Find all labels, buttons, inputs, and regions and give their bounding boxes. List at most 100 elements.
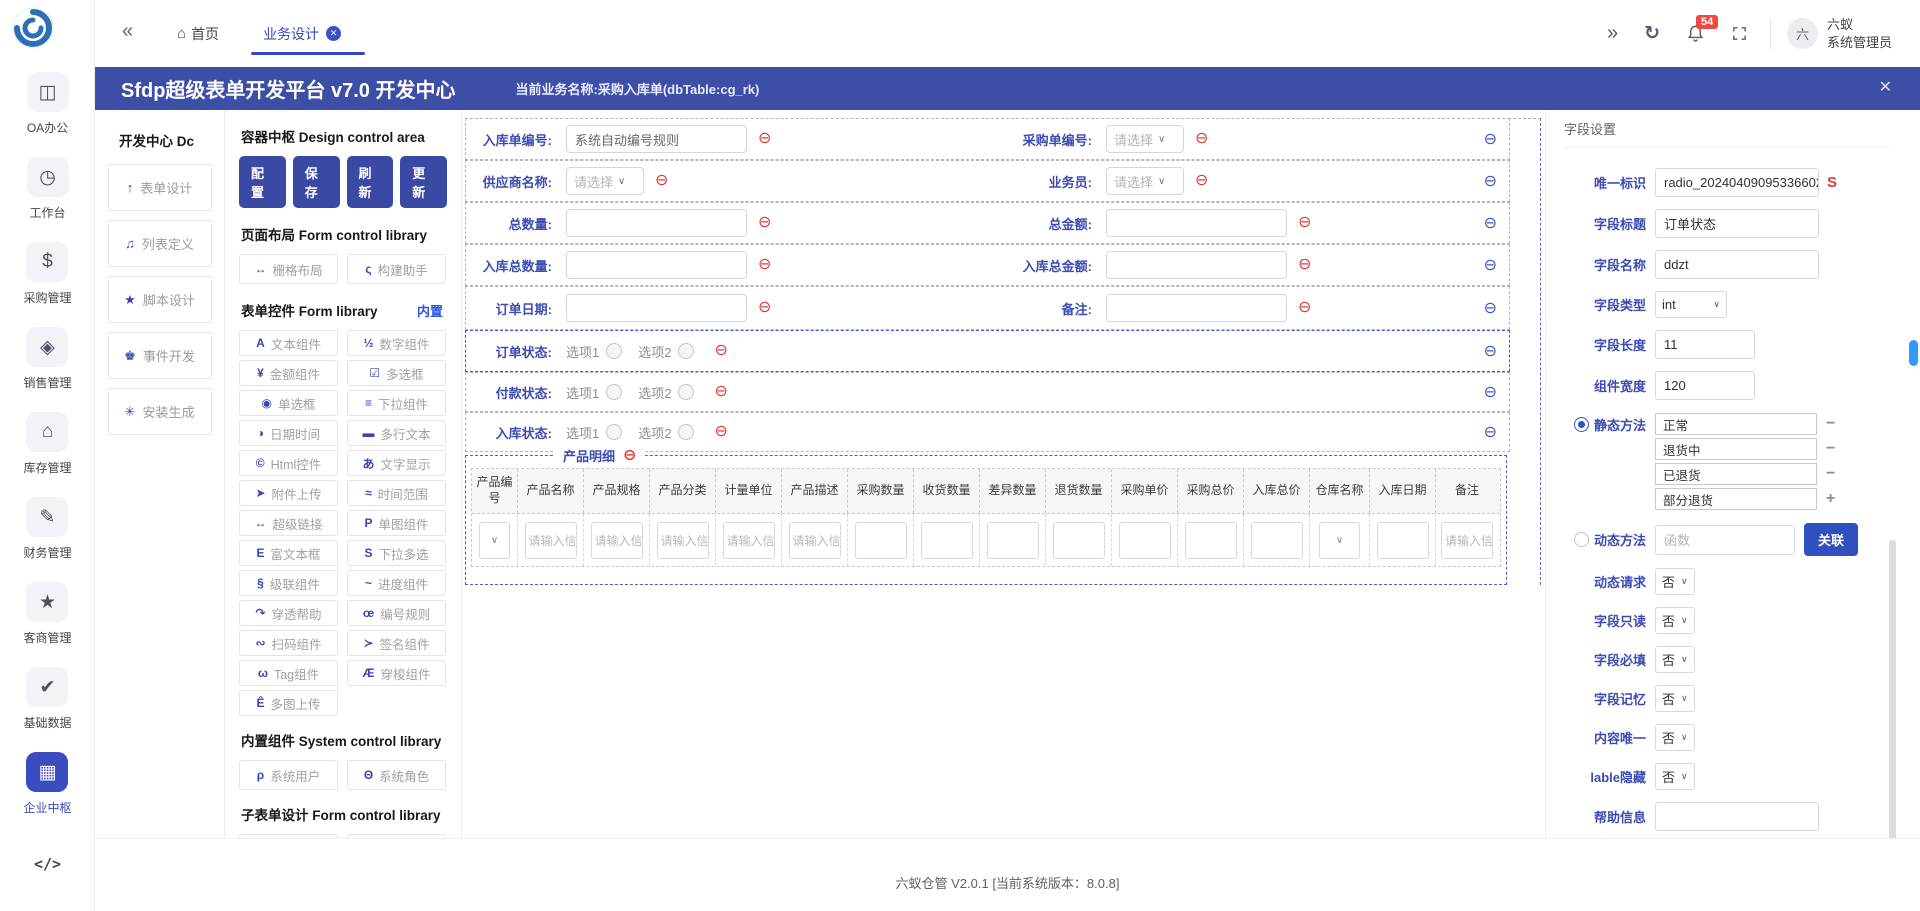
radio-button[interactable] xyxy=(678,384,694,400)
bool-setting-select[interactable]: 否 ∨ xyxy=(1655,568,1695,595)
table-cell[interactable] xyxy=(980,514,1046,566)
radio-button[interactable] xyxy=(606,343,622,359)
table-cell[interactable]: 请输入信息 xyxy=(650,514,716,566)
inbound-total-qty-input[interactable] xyxy=(566,251,747,279)
form-control-item[interactable]: ≡ 下拉组件 xyxy=(347,390,446,416)
cell-input[interactable]: ∨ xyxy=(1319,522,1359,559)
salesman-select[interactable]: 请选择∨ xyxy=(1106,167,1184,195)
sidebar-item[interactable]: ★ 客商管理 xyxy=(23,582,71,646)
table-cell[interactable] xyxy=(1112,514,1178,566)
sidebar-item[interactable]: ◷ 工作台 xyxy=(27,157,69,221)
relate-button[interactable]: 关联 xyxy=(1804,523,1858,556)
sidebar-item[interactable]: ⌂ 库存管理 xyxy=(23,412,71,476)
static-option-input[interactable]: 正常 xyxy=(1655,413,1817,435)
field-name-input[interactable]: ddzt xyxy=(1655,250,1819,279)
remove-field-icon[interactable]: ⊖ xyxy=(714,343,727,359)
remove-field-icon[interactable]: ⊖ xyxy=(758,257,771,273)
layout-item[interactable]: ↔ 栅格布局 xyxy=(239,254,338,284)
form-row-order-date[interactable]: 订单日期: ⊖ 备注: ⊖ ⊖ xyxy=(465,286,1510,330)
remove-field-icon[interactable]: ⊖ xyxy=(758,131,771,147)
static-option-op-icon[interactable]: − xyxy=(1826,466,1835,482)
form-control-item[interactable]: ➤ 附件上传 xyxy=(239,480,338,506)
help-info-input[interactable] xyxy=(1655,802,1819,831)
product-detail-container[interactable]: 产品明细 ⊖ 产品编号产品名称产品规格产品分类计量单位产品描述采购数量收货数量差… xyxy=(465,455,1507,585)
purchase-no-select[interactable]: 请选择∨ xyxy=(1106,125,1184,153)
form-row-status[interactable]: 付款状态: 选项1 选项2 ⊖ ⊖ xyxy=(465,372,1510,412)
cell-input[interactable]: 请输入信息 xyxy=(723,522,775,559)
cell-input[interactable]: 请输入信息 xyxy=(591,522,643,559)
cell-input[interactable]: 请输入信息 xyxy=(525,522,577,559)
remove-row-icon[interactable]: ⊖ xyxy=(1484,255,1497,275)
cell-input[interactable] xyxy=(987,522,1039,559)
form-control-item[interactable]: ¥ 金额组件 xyxy=(239,360,338,386)
component-width-input[interactable]: 120 xyxy=(1655,371,1755,400)
table-cell[interactable]: 请输入信息 xyxy=(782,514,848,566)
tab-close-icon[interactable]: ✕ xyxy=(326,26,341,41)
remove-row-icon[interactable]: ⊖ xyxy=(1484,341,1497,361)
warehouse-no-input[interactable]: 系统自动编号规则 xyxy=(566,125,747,153)
form-control-item[interactable]: ↔ 超级链接 xyxy=(239,510,338,536)
dev-center-item[interactable]: ♚ 事件开发 xyxy=(108,332,212,379)
function-input[interactable]: 函数 xyxy=(1655,525,1795,555)
notification-bell-icon[interactable]: 54 xyxy=(1686,24,1705,43)
form-control-item[interactable]: § 级联组件 xyxy=(239,570,338,596)
builtin-link[interactable]: 内置 xyxy=(417,301,443,320)
field-length-input[interactable]: 11 xyxy=(1655,330,1755,359)
field-title-input[interactable]: 订单状态 xyxy=(1655,209,1819,238)
sidebar-item[interactable]: ◫ OA办公 xyxy=(27,72,69,136)
sidebar-item[interactable]: ✔ 基础数据 xyxy=(23,667,71,731)
dev-center-item[interactable]: ↑ 表单设计 xyxy=(108,164,212,211)
system-control-item[interactable]: Θ 系统角色 xyxy=(347,760,446,790)
form-control-item[interactable]: E 富文本框 xyxy=(239,540,338,566)
tab-business-design[interactable]: 业务设计 ✕ xyxy=(263,0,341,67)
remove-field-icon[interactable]: ⊖ xyxy=(714,424,727,440)
code-icon[interactable]: </> xyxy=(0,855,95,873)
static-option-input[interactable]: 已退货 xyxy=(1655,463,1817,485)
static-option-op-icon[interactable]: − xyxy=(1826,416,1835,432)
field-type-select[interactable]: int ∨ xyxy=(1655,291,1727,318)
table-cell[interactable]: 请输入信息 xyxy=(716,514,782,566)
table-cell[interactable] xyxy=(1370,514,1436,566)
dev-center-item[interactable]: ✳ 安装生成 xyxy=(108,388,212,435)
static-option-input[interactable]: 部分退货 xyxy=(1655,488,1817,510)
remove-field-icon[interactable]: ⊖ xyxy=(758,215,771,231)
remove-row-icon[interactable]: ⊖ xyxy=(1484,213,1497,233)
sidebar-item[interactable]: ◈ 销售管理 xyxy=(23,327,71,391)
remove-field-icon[interactable]: ⊖ xyxy=(1195,173,1208,189)
panel-scrollbar[interactable] xyxy=(1889,540,1896,838)
form-control-item[interactable]: Æ 穿梭组件 xyxy=(347,660,446,686)
bool-setting-select[interactable]: 否 ∨ xyxy=(1655,763,1695,790)
form-control-item[interactable]: ∾ 扫码组件 xyxy=(239,630,338,656)
bool-setting-select[interactable]: 否 ∨ xyxy=(1655,646,1695,673)
system-control-item[interactable]: ρ 系统用户 xyxy=(239,760,338,790)
designer-close-icon[interactable]: ✕ xyxy=(1879,77,1892,97)
fullscreen-icon[interactable] xyxy=(1731,25,1748,42)
form-control-item[interactable]: ◑ 日期时间 xyxy=(239,420,338,446)
form-control-item[interactable]: ▬ 多行文本 xyxy=(347,420,446,446)
remove-row-icon[interactable]: ⊖ xyxy=(1484,382,1497,402)
remove-field-icon[interactable]: ⊖ xyxy=(1195,131,1208,147)
form-control-item[interactable]: S 下拉多选 xyxy=(347,540,446,566)
form-control-item[interactable]: ω Tag组件 xyxy=(239,660,338,686)
cell-input[interactable] xyxy=(1185,522,1237,559)
form-control-item[interactable]: © Html控件 xyxy=(239,450,338,476)
total-amount-input[interactable] xyxy=(1106,209,1287,237)
form-control-item[interactable]: ↷ 穿透帮助 xyxy=(239,600,338,626)
supplier-select[interactable]: 请选择∨ xyxy=(566,167,644,195)
remove-subtable-icon[interactable]: ⊖ xyxy=(623,448,636,464)
user-info[interactable]: 六蚁 系统管理员 xyxy=(1827,16,1892,51)
radio-button[interactable] xyxy=(606,424,622,440)
dev-center-item[interactable]: ♫ 列表定义 xyxy=(108,220,212,267)
remove-field-icon[interactable]: ⊖ xyxy=(655,173,668,189)
sidebar-item[interactable]: ▦ 企业中枢 xyxy=(23,752,71,816)
table-cell[interactable]: ∨ xyxy=(1310,514,1370,566)
form-control-item[interactable]: あ 文字显示 xyxy=(347,450,446,476)
cell-input[interactable] xyxy=(855,522,907,559)
dev-center-item[interactable]: ★ 脚本设计 xyxy=(108,276,212,323)
cell-input[interactable] xyxy=(1053,522,1105,559)
form-row-total-qty[interactable]: 总数量: ⊖ 总金额: ⊖ ⊖ xyxy=(465,202,1510,244)
total-qty-input[interactable] xyxy=(566,209,747,237)
remove-field-icon[interactable]: ⊖ xyxy=(1298,300,1311,316)
update-button[interactable]: 更新 xyxy=(400,156,447,208)
order-date-input[interactable] xyxy=(566,294,747,322)
